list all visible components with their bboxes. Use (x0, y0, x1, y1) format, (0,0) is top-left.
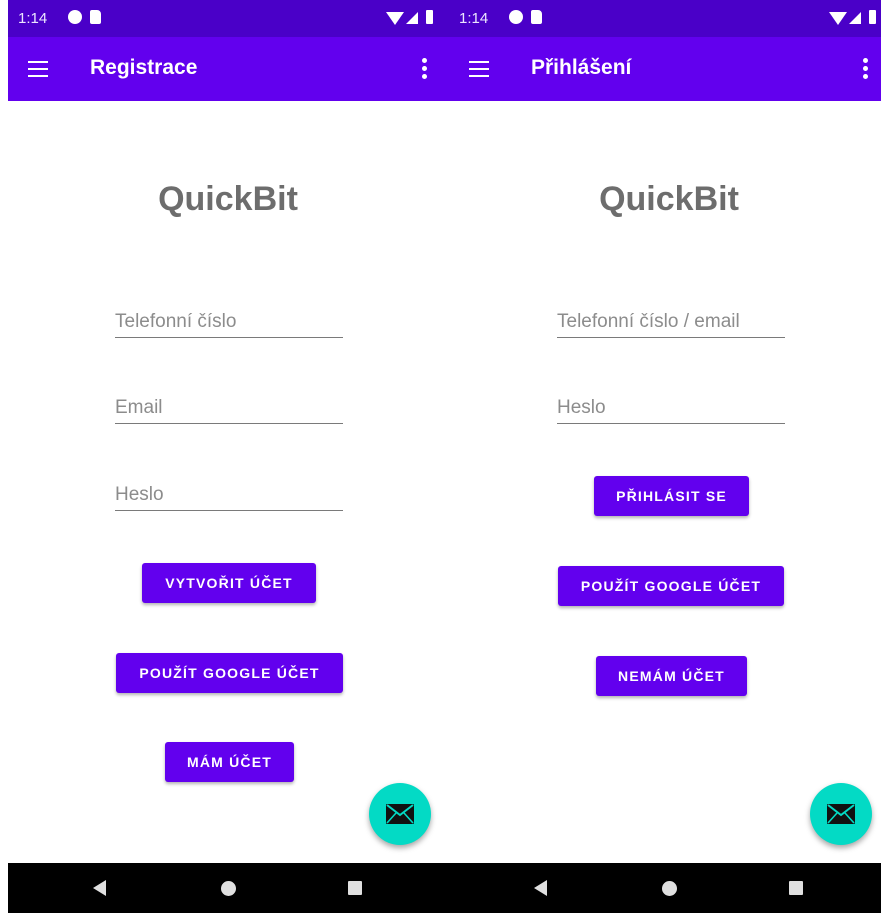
email-fab[interactable] (810, 783, 872, 845)
wifi-icon (386, 12, 404, 25)
back-icon[interactable] (534, 880, 547, 896)
status-time: 1:14 (18, 10, 48, 27)
password-field (557, 383, 785, 424)
menu-icon[interactable] (469, 61, 489, 77)
login-screen: 1:14 Přihlášení QuickBit PŘIHLÁSIT SE PO… (449, 0, 881, 913)
password-input[interactable] (115, 484, 343, 506)
have-account-button[interactable]: MÁM ÚČET (165, 742, 294, 782)
recents-icon[interactable] (348, 881, 362, 895)
status-bar: 1:14 (449, 0, 881, 37)
app-logo-text: QuickBit (599, 180, 739, 218)
battery-icon (869, 10, 876, 24)
email-input[interactable] (115, 397, 343, 419)
no-account-button[interactable]: NEMÁM ÚČET (596, 656, 747, 696)
sd-card-icon (90, 10, 101, 24)
app-logo-text: QuickBit (158, 180, 298, 218)
navigation-bar (8, 863, 449, 913)
google-account-button[interactable]: POUŽÍT GOOGLE ÚČET (116, 653, 343, 693)
sd-card-icon (531, 10, 542, 24)
registration-screen: 1:14 Registrace QuickBit VYTVOŘIT ÚČET P… (8, 0, 449, 913)
app-bar: Přihlášení (449, 37, 881, 101)
menu-icon[interactable] (28, 61, 48, 77)
home-icon[interactable] (662, 881, 677, 896)
login-field (557, 297, 785, 338)
notification-icon (509, 10, 523, 24)
wifi-icon (829, 12, 847, 25)
signal-icon (849, 12, 861, 24)
navigation-bar (449, 863, 881, 913)
status-bar: 1:14 (8, 0, 449, 37)
phone-field (115, 297, 343, 338)
create-account-button[interactable]: VYTVOŘIT ÚČET (142, 563, 316, 603)
notification-icon (68, 10, 82, 24)
more-vert-icon[interactable] (421, 57, 427, 81)
recents-icon[interactable] (789, 881, 803, 895)
sign-in-button[interactable]: PŘIHLÁSIT SE (594, 476, 749, 516)
email-icon (386, 804, 414, 824)
login-input[interactable] (557, 311, 785, 333)
more-vert-icon[interactable] (862, 57, 868, 81)
phone-input[interactable] (115, 311, 343, 333)
page-title: Registrace (90, 56, 198, 79)
password-input[interactable] (557, 397, 785, 419)
signal-icon (406, 12, 418, 24)
email-fab[interactable] (369, 783, 431, 845)
email-icon (827, 804, 855, 824)
email-field (115, 383, 343, 424)
status-time: 1:14 (459, 10, 489, 27)
app-bar: Registrace (8, 37, 449, 101)
page-title: Přihlášení (531, 56, 632, 79)
google-account-button[interactable]: POUŽÍT GOOGLE ÚČET (558, 566, 784, 606)
home-icon[interactable] (221, 881, 236, 896)
battery-icon (426, 10, 433, 24)
back-icon[interactable] (93, 880, 106, 896)
password-field (115, 470, 343, 511)
